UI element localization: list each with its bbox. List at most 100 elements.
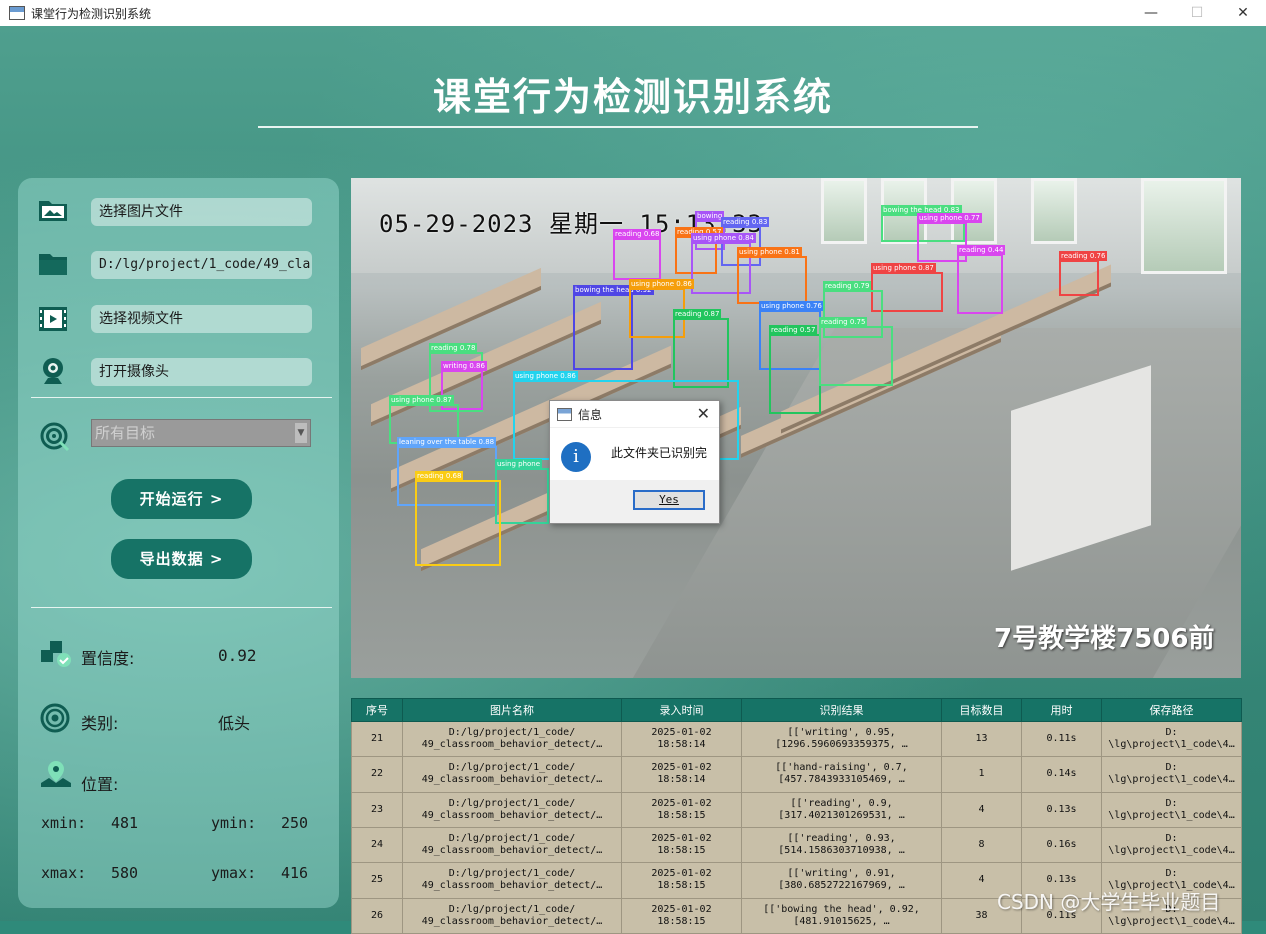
cell-image-name: D:/lg/project/1_code/ 49_classroom_behav… (402, 720, 622, 758)
col-header-result[interactable]: 识别结果 (741, 698, 942, 722)
detection-box: using phone 0.81 (737, 247, 807, 304)
info-dialog: 信息 ✕ i 此文件夹已识别完 Yes (549, 400, 720, 524)
cell-index: 26 (351, 897, 403, 934)
detection-label: using phone 0.86 (629, 279, 694, 289)
detection-box: reading 0.76 (1059, 251, 1108, 296)
window-1 (821, 178, 867, 244)
table-row[interactable]: 24 D:/lg/project/1_code/ 49_classroom_beh… (351, 826, 1242, 864)
detection-label: using phone 0.87 (389, 395, 454, 405)
col-header-time[interactable]: 录入时间 (621, 698, 742, 722)
select-image-button[interactable]: 选择图片文件 (91, 198, 312, 226)
panel-divider (31, 397, 332, 398)
detection-label: bowing (695, 211, 725, 221)
detection-box: reading 0.75 (819, 317, 893, 386)
target-select[interactable]: 所有目标 ▼ (91, 419, 311, 447)
close-button[interactable]: ✕ (1220, 0, 1266, 26)
window-5 (1141, 178, 1227, 274)
detection-box: reading 0.68 (613, 229, 662, 280)
chevron-down-icon[interactable]: ▼ (295, 423, 307, 443)
col-header-duration[interactable]: 用时 (1021, 698, 1102, 722)
detection-label: using phone (495, 459, 543, 469)
dialog-close-icon[interactable]: ✕ (697, 404, 710, 423)
detection-box: reading 0.44 (957, 245, 1006, 314)
detection-label: reading 0.78 (429, 343, 478, 353)
cell-save-path: D: \lg\project\1_code\4… (1101, 756, 1242, 793)
cell-result: [['reading', 0.9, [317.4021301269531, … (741, 791, 942, 828)
cell-index: 22 (351, 756, 403, 793)
cell-image-name: D:/lg/project/1_code/ 49_classroom_behav… (402, 862, 622, 899)
class-value: 低头 (218, 714, 251, 733)
window-titlebar: 课堂行为检测识别系统 — ☐ ✕ (0, 0, 1266, 27)
confidence-label: 置信度: (81, 649, 135, 668)
detection-label: leaning over the table 0.88 (397, 437, 497, 447)
detection-label: using phone 0.86 (513, 371, 578, 381)
col-header-count[interactable]: 目标数目 (941, 698, 1022, 722)
cell-image-name: D:/lg/project/1_code/ 49_classroom_behav… (402, 826, 622, 864)
col-header-index[interactable]: 序号 (351, 698, 403, 722)
detection-label: reading 0.79 (823, 281, 872, 291)
maximize-button[interactable]: ☐ (1174, 0, 1220, 26)
class-icon (40, 703, 70, 737)
cell-index: 25 (351, 862, 403, 899)
cell-time: 2025-01-02 18:58:14 (621, 720, 742, 758)
table-row[interactable]: 21 D:/lg/project/1_code/ 49_classroom_beh… (351, 720, 1242, 758)
open-camera-button[interactable]: 打开摄像头 (91, 358, 312, 386)
cell-result: [['writing', 0.91, [380.6852722167969, … (741, 862, 942, 899)
video-file-icon (38, 306, 68, 336)
dialog-body: i 此文件夹已识别完 (550, 428, 719, 480)
page-title: 课堂行为检测识别系统 (432, 75, 833, 119)
detection-label: reading 0.76 (1059, 251, 1108, 261)
xmax-value: 580 (111, 864, 139, 882)
title-divider (258, 126, 978, 128)
cell-time: 2025-01-02 18:58:14 (621, 756, 742, 793)
cell-duration: 0.14s (1021, 756, 1102, 793)
detection-label: reading 0.57 (769, 325, 818, 335)
table-row[interactable]: 23 D:/lg/project/1_code/ 49_classroom_beh… (351, 791, 1242, 828)
cell-save-path: D: \lg\project\1_code\4… (1101, 826, 1242, 864)
col-header-save-path[interactable]: 保存路径 (1101, 698, 1242, 722)
window-4 (1031, 178, 1077, 244)
cell-save-path: D: \lg\project\1_code\4… (1101, 720, 1242, 758)
col-header-image-name[interactable]: 图片名称 (402, 698, 622, 722)
cell-time: 2025-01-02 18:58:15 (621, 826, 742, 864)
cell-count: 1 (941, 756, 1022, 793)
minimize-button[interactable]: — (1128, 0, 1174, 26)
camera-icon (40, 357, 66, 389)
ymax-value: 416 (281, 864, 309, 882)
ymin-value: 250 (281, 814, 309, 832)
cell-duration: 0.16s (1021, 826, 1102, 864)
cell-time: 2025-01-02 18:58:15 (621, 791, 742, 828)
export-button[interactable]: 导出数据 > (111, 539, 252, 579)
table-row[interactable]: 22 D:/lg/project/1_code/ 49_classroom_beh… (351, 756, 1242, 793)
ymax-label: ymax: (211, 864, 257, 882)
cell-count: 8 (941, 826, 1022, 864)
detection-box: reading 0.57 (769, 325, 821, 414)
xmin-value: 481 (111, 814, 139, 832)
dialog-yes-button[interactable]: Yes (633, 490, 705, 510)
detection-label: using phone 0.87 (871, 263, 936, 273)
xmin-label: xmin: (41, 814, 87, 832)
start-button[interactable]: 开始运行 > (111, 479, 252, 519)
app-window-icon (9, 6, 25, 20)
cell-result: [['bowing the head', 0.92, [481.91015625… (741, 897, 942, 934)
detection-box: reading 0.68 (415, 471, 501, 566)
location-pin-icon (40, 759, 72, 793)
select-video-button[interactable]: 选择视频文件 (91, 305, 312, 333)
cell-index: 21 (351, 720, 403, 758)
confidence-icon (40, 638, 72, 672)
cell-result: [['writing', 0.95, [1296.5960693359375, … (741, 720, 942, 758)
target-select-value: 所有目标 (95, 424, 156, 442)
video-location: 7号教学楼7506前 (994, 624, 1215, 654)
detection-box: bowing the head 0.92 (573, 285, 654, 370)
detection-label: reading 0.68 (613, 229, 662, 239)
detection-label: using phone 0.76 (759, 301, 824, 311)
detection-label: using phone 0.81 (737, 247, 802, 257)
detection-label: reading 0.44 (957, 245, 1006, 255)
folder-path-field[interactable]: D:/lg/project/1_code/49_cla (91, 251, 312, 279)
cell-time: 2025-01-02 18:58:15 (621, 862, 742, 899)
app-frame: 课堂行为检测识别系统 选择图片文件 D:/lg/project/1_code/4… (0, 26, 1266, 934)
dialog-window-icon (557, 407, 572, 421)
cell-result: [['reading', 0.93, [514.1586303710938, … (741, 826, 942, 864)
panel-divider-2 (31, 607, 332, 608)
cell-index: 24 (351, 826, 403, 864)
